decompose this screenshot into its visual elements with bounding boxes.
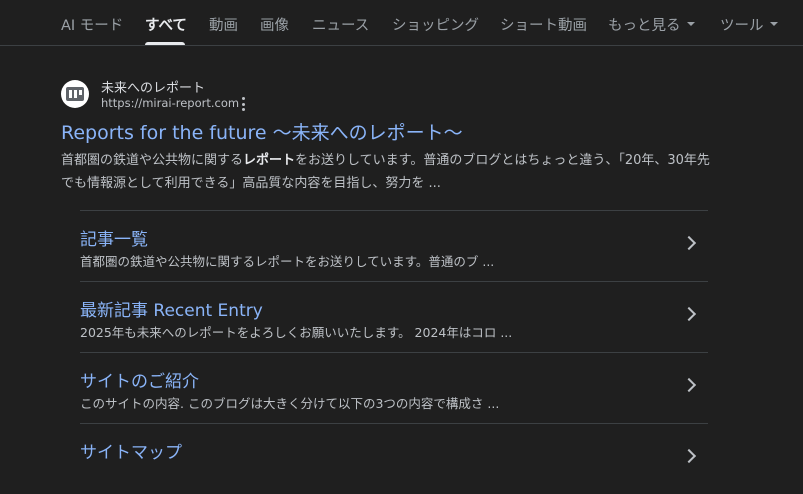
sitelinks-list: 記事一覧 首都圏の鉄道や公共物に関するレポートをお送りしています。普通のブ ..… bbox=[80, 210, 708, 494]
tab-all[interactable]: すべて bbox=[145, 14, 187, 35]
active-tab-indicator bbox=[145, 42, 185, 45]
snippet-text-before: 首都圏の鉄道や公共物に関する bbox=[61, 153, 244, 168]
chevron-right-icon bbox=[681, 377, 697, 393]
site-name: 未来へのレポート bbox=[101, 81, 206, 96]
caret-down-icon bbox=[769, 22, 778, 26]
tab-tools[interactable]: ツール bbox=[720, 14, 778, 35]
sitelink-title: サイトマップ bbox=[80, 443, 182, 463]
tab-short-videos[interactable]: ショート動画 bbox=[500, 14, 587, 35]
search-tabs-bar: AI モード すべて 動画 画像 ニュース ショッピング ショート動画 もっと見… bbox=[0, 0, 803, 46]
tab-videos[interactable]: 動画 bbox=[209, 14, 238, 35]
snippet-highlight: レポート bbox=[243, 153, 296, 168]
sitelink-title: 記事一覧 bbox=[80, 230, 148, 250]
site-favicon-icon bbox=[61, 80, 89, 108]
sitelink-title: サイトのご紹介 bbox=[80, 372, 199, 392]
chevron-right-icon bbox=[681, 306, 697, 322]
tab-tools-label: ツール bbox=[720, 18, 764, 34]
sitelink-sitemap[interactable]: サイトマップ bbox=[80, 423, 708, 494]
result-title-link[interactable]: Reports for the future 〜未来へのレポート〜 bbox=[61, 118, 463, 145]
tab-news[interactable]: ニュース bbox=[312, 14, 369, 35]
tab-shopping[interactable]: ショッピング bbox=[392, 14, 479, 35]
sitelink-recent-entry[interactable]: 最新記事 Recent Entry 2025年も未来へのレポートをよろしくお願い… bbox=[80, 281, 708, 352]
sitelink-site-intro[interactable]: サイトのご紹介 このサイトの内容. このブログは大きく分けて以下の3つの内容で構… bbox=[80, 352, 708, 423]
tab-images[interactable]: 画像 bbox=[260, 14, 289, 35]
sitelink-description: このサイトの内容. このブログは大きく分けて以下の3つの内容で構成さ ... bbox=[80, 396, 500, 411]
tab-more-label: もっと見る bbox=[608, 18, 681, 34]
more-options-icon[interactable] bbox=[237, 97, 249, 111]
result-snippet: 首都圏の鉄道や公共物に関するレポートをお送りしています。普通のブログとはちょっと… bbox=[61, 149, 721, 195]
chevron-right-icon bbox=[681, 448, 697, 464]
sitelink-article-list[interactable]: 記事一覧 首都圏の鉄道や公共物に関するレポートをお送りしています。普通のブ ..… bbox=[80, 210, 708, 281]
sitelink-title: 最新記事 Recent Entry bbox=[80, 301, 263, 321]
tab-ai-mode[interactable]: AI モード bbox=[61, 14, 123, 35]
caret-down-icon bbox=[686, 22, 695, 26]
sitelink-description: 首都圏の鉄道や公共物に関するレポートをお送りしています。普通のブ ... bbox=[80, 254, 495, 269]
site-url: https://mirai-report.com bbox=[101, 96, 240, 110]
sitelink-description: 2025年も未来へのレポートをよろしくお願いいたします。 2024年はコロ ..… bbox=[80, 325, 513, 340]
tab-more[interactable]: もっと見る bbox=[608, 14, 695, 35]
chevron-right-icon bbox=[681, 235, 697, 251]
